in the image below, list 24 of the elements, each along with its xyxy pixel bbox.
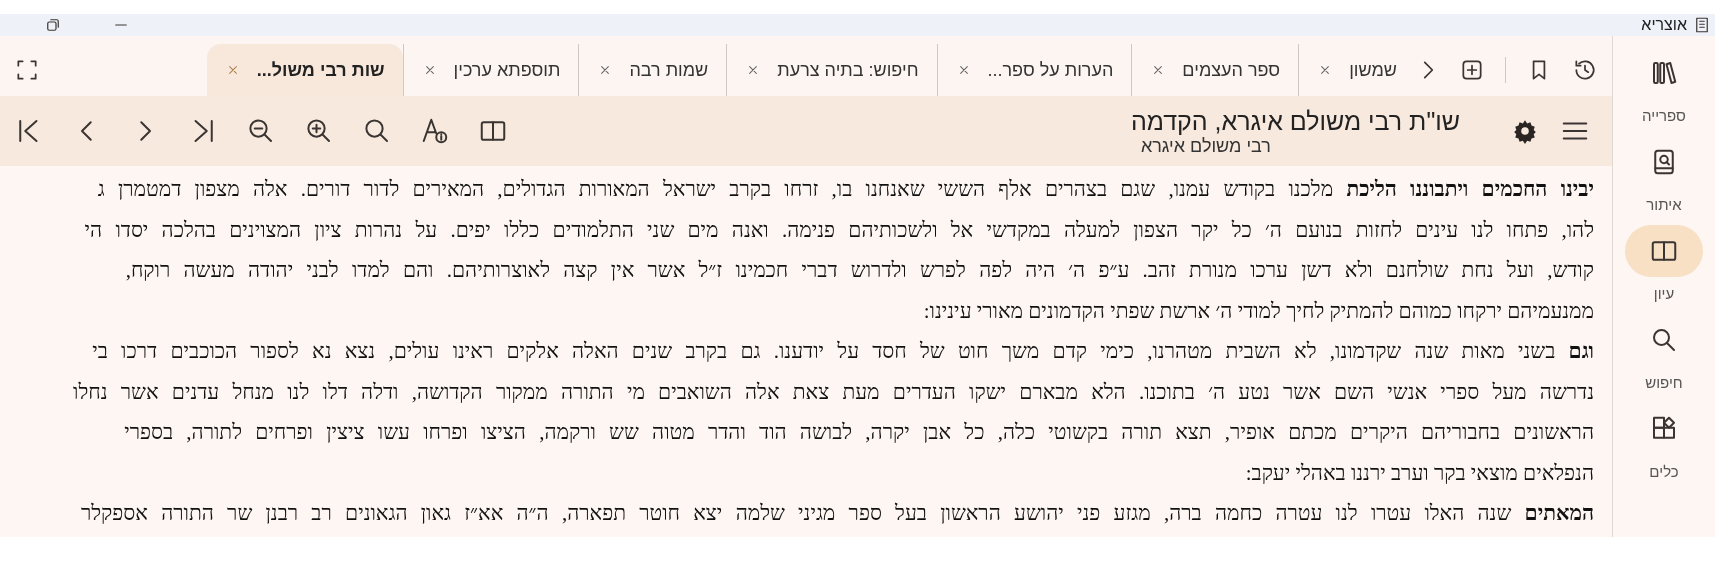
- document-title: שו"ת רבי משולם איגרא, הקדמה: [1130, 106, 1460, 136]
- tab[interactable]: שות רבי משול...: [206, 44, 403, 96]
- sidebar-item[interactable]: איתור: [1619, 135, 1709, 214]
- app-icon: [1693, 16, 1711, 34]
- sidebar-item[interactable]: ספרייה: [1619, 46, 1709, 125]
- font-info-icon[interactable]: [420, 116, 450, 146]
- text-line: הראשונים בחבוריהם היקרים מכתם אופיר, תצא תורה בקשוטי כלה, כל אבן יקרה, לבושה הוד והדר מטוה שש ורקמה, הציצו ופרחו עשו ציצין ופרחים לתורה, בספרי: [123, 419, 1594, 446]
- restore-icon[interactable]: [44, 16, 62, 34]
- text-line: וגם בשני מאות שנה שקדמונו, לא השבית מטהרנו, כימי קדם משך חוט של חסד על יודענו. גם בקרב שנים האלה אלקים ראינו עולים, נצא נא לספור הכוכבים דרכו בי: [91, 338, 1594, 365]
- sidebar-item[interactable]: כלים: [1619, 402, 1709, 481]
- document-author: רבי משולם איגרא: [1140, 136, 1271, 156]
- settings-icon[interactable]: [1512, 118, 1538, 144]
- sidebar-item[interactable]: חיפוש: [1619, 313, 1709, 392]
- fullscreen-icon[interactable]: [14, 57, 40, 83]
- text-line: להו, פתחו לנו עינים לחזות בנועם ה׳ כל יקר הצפון למעלה במקדשי אל ולשכותיהם פנימה. ואנה מים שני התלמודים כללו יפים. על נהרות ציון המצוינים בהלכה יסדו הי: [83, 216, 1594, 244]
- text-line: ממנעמיהם ירקחו כמוהם להמתיק לחיך למודי ה׳ ארשת שפתי הקדמונים מאורי עינינו:: [922, 297, 1594, 325]
- text-line: קודש, ועל נחת שולחנם ולא דשן ערכו מנורת זהב. ע״פ ה׳ היה לפה לפרש ולדרוש דברי חכמינו ז״ל אשר אין קצה לאוצרותיהם. והם למדו לבני יהודה מעשה רוקח,: [124, 257, 1594, 284]
- text-line: המאתים שנה האלו עטרו לנו עטרה כחמה ברה, מגזע פני יהושע הראשון בעל ספר מגיני שלמה יצא חוטר תפארה, ה״ה אא״ז גאון הגאונים רב רבנן שר התורה אספקלר: [80, 500, 1594, 527]
- window-title: אוצריא: [1641, 16, 1687, 34]
- history-icon[interactable]: [1572, 57, 1598, 83]
- add-tab-icon[interactable]: [1459, 57, 1485, 83]
- text-line: יבינו החכמים ויתבוננו הליכת מלכנו בקודש עמנו, שגם בצהרים אלף הששי שאנחנו בו, זרחו בקרב ישראל המאורות הגדולים, המאירים לדור דורים. אלה מצפון דמטמרן ג: [96, 176, 1594, 203]
- text-line: הנפלאים מוצאי בקר וערב ירננו באהלי יעקב:: [1244, 459, 1594, 487]
- text-line: נדרשה מעל ספרי אנשי השם אשר נטע ה׳ בתוכנו. הלא מבארם ישקו העדרים מעת צאת אלה השואבים מי התורה ממקור הקדושה, ודלה דלו לנו מנחל עדנים אשר נחלו: [72, 378, 1594, 406]
